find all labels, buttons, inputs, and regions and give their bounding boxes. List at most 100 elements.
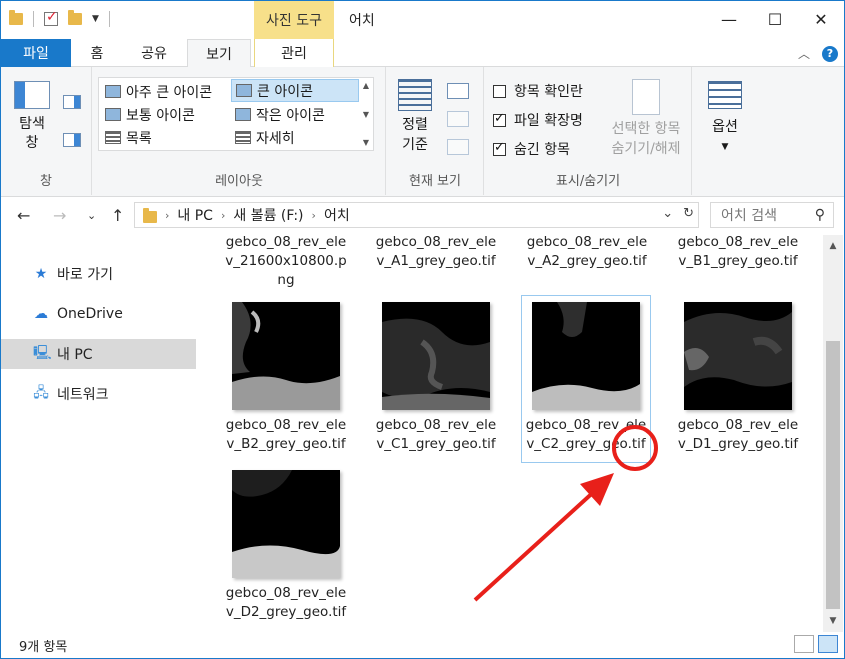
- layout-item-label: 큰 아이콘: [257, 83, 313, 100]
- file-item[interactable]: gebco_08_rev_ele v_21600x10800.p ng: [221, 235, 351, 290]
- size-columns-icon: [447, 139, 469, 155]
- maximize-button[interactable]: ☐: [752, 1, 798, 37]
- back-arrow-icon[interactable]: ←: [17, 206, 30, 225]
- properties-icon[interactable]: [44, 9, 58, 26]
- layout-item-label: 자세히: [256, 130, 295, 147]
- tab-share[interactable]: 공유: [129, 39, 179, 67]
- breadcrumb-this-pc[interactable]: 내 PC: [171, 205, 219, 225]
- hide-selected-icon: [632, 79, 660, 115]
- scroll-down-icon[interactable]: ▼: [823, 616, 843, 626]
- file-extensions-option[interactable]: 파일 확장명: [493, 110, 583, 130]
- forward-arrow-icon: →: [53, 206, 67, 225]
- hidden-items-checkbox[interactable]: [493, 140, 506, 156]
- scroll-down-icon[interactable]: ▼: [363, 110, 369, 119]
- hidden-items-option[interactable]: 숨긴 항목: [493, 139, 570, 159]
- options-button[interactable]: 옵션 ▼: [705, 81, 745, 157]
- up-arrow-icon[interactable]: ↑: [111, 206, 124, 225]
- nav-item-label: 바로 가기: [57, 267, 113, 283]
- layout-medium-icons[interactable]: 보통 아이콘: [101, 103, 229, 126]
- view-toggles: [794, 635, 838, 653]
- preview-pane-icon[interactable]: [63, 95, 81, 109]
- nav-item-onedrive[interactable]: ☁ OneDrive: [1, 299, 196, 329]
- search-input[interactable]: 어치 검색 ⚲: [710, 202, 834, 228]
- layout-large-icons[interactable]: 큰 아이콘: [231, 79, 359, 102]
- close-button[interactable]: ✕: [798, 1, 844, 37]
- sort-by-label-1: 정렬: [402, 117, 428, 133]
- scroll-up-icon[interactable]: ▲: [363, 81, 369, 90]
- layout-details[interactable]: 자세히: [231, 126, 359, 149]
- expand-gallery-icon[interactable]: ▼: [363, 138, 369, 147]
- nav-item-this-pc[interactable]: 🖳 내 PC: [1, 339, 196, 369]
- image-thumbnail: [232, 470, 340, 578]
- breadcrumb-separator[interactable]: ›: [219, 209, 227, 222]
- breadcrumb-separator[interactable]: ›: [163, 209, 171, 222]
- tab-home[interactable]: 홈: [77, 39, 117, 67]
- file-item[interactable]: gebco_08_rev_ele v_B1_grey_geo.tif: [673, 235, 803, 271]
- file-item[interactable]: gebco_08_rev_ele v_D1_grey_geo.tif: [673, 302, 803, 454]
- folder-icon[interactable]: [9, 10, 23, 25]
- collapse-ribbon-icon[interactable]: ︿: [798, 45, 810, 62]
- address-dropdown-icon[interactable]: ⌄: [662, 206, 673, 221]
- file-name-line: v_B2_grey_geo.tif: [226, 436, 346, 452]
- file-item-selected[interactable]: gebco_08_rev_ele v_C2_grey_geo.tif: [521, 295, 651, 463]
- group-layout: 아주 큰 아이콘 큰 아이콘 보통 아이콘 작은 아이콘 목록 자세히 ▲ ▼ …: [93, 67, 386, 195]
- scrollbar-thumb[interactable]: [826, 341, 840, 609]
- item-checkboxes-option[interactable]: 항목 확인란: [493, 81, 583, 101]
- details-view-icon[interactable]: [794, 635, 814, 653]
- file-item[interactable]: gebco_08_rev_ele v_A1_grey_geo.tif: [371, 235, 501, 271]
- image-thumbnail: [232, 302, 340, 410]
- file-name-line: v_D1_grey_geo.tif: [677, 436, 799, 452]
- tab-manage[interactable]: 관리: [254, 39, 334, 67]
- layout-small-icons[interactable]: 작은 아이콘: [231, 103, 359, 126]
- nav-item-quick-access[interactable]: ★ 바로 가기: [1, 259, 196, 289]
- status-bar: 9개 항목: [1, 632, 844, 658]
- breadcrumb-separator[interactable]: ›: [310, 209, 318, 222]
- layout-extra-large-icons[interactable]: 아주 큰 아이콘: [101, 80, 229, 103]
- minimize-button[interactable]: —: [706, 1, 752, 37]
- cloud-icon: ☁: [34, 306, 48, 322]
- address-bar[interactable]: › 내 PC › 새 볼륨 (F:) › 어치 ⌄ ↻: [134, 202, 699, 228]
- help-icon[interactable]: ?: [822, 45, 838, 62]
- item-checkboxes-checkbox[interactable]: [493, 84, 506, 98]
- file-name-line: gebco_08_rev_ele: [225, 585, 347, 601]
- nav-item-network[interactable]: 🖧 네트워크: [1, 379, 196, 409]
- layout-gallery-scroll[interactable]: ▲ ▼ ▼: [359, 78, 373, 150]
- group-by-icon[interactable]: [447, 83, 469, 99]
- tab-file[interactable]: 파일: [1, 39, 71, 67]
- file-name: gebco_08_rev_ele v_D2_grey_geo.tif: [221, 584, 351, 622]
- tab-view[interactable]: 보기: [187, 39, 251, 68]
- search-icon[interactable]: ⚲: [815, 207, 825, 223]
- recent-locations-icon[interactable]: ⌄: [87, 209, 96, 222]
- details-pane-icon[interactable]: [63, 133, 81, 147]
- scroll-up-icon[interactable]: ▲: [823, 241, 843, 251]
- file-name-line: gebco_08_rev_ele: [225, 417, 347, 433]
- file-name-line: gebco_08_rev_ele: [525, 417, 647, 433]
- file-item[interactable]: gebco_08_rev_ele v_C1_grey_geo.tif: [371, 302, 501, 454]
- file-item[interactable]: gebco_08_rev_ele v_A2_grey_geo.tif: [522, 235, 652, 271]
- file-name-line: v_A2_grey_geo.tif: [527, 253, 647, 269]
- medium-icons-icon: [105, 108, 121, 121]
- breadcrumb-volume[interactable]: 새 볼륨 (F:): [227, 205, 309, 225]
- file-item[interactable]: gebco_08_rev_ele v_B2_grey_geo.tif: [221, 302, 351, 454]
- large-icons-view-icon[interactable]: [818, 635, 838, 653]
- file-name-line: gebco_08_rev_ele: [526, 235, 648, 250]
- file-item[interactable]: gebco_08_rev_ele v_D2_grey_geo.tif: [221, 470, 351, 622]
- refresh-icon[interactable]: ↻: [683, 206, 694, 221]
- file-extensions-checkbox[interactable]: [493, 111, 506, 127]
- image-thumbnail: [532, 302, 640, 410]
- vertical-scrollbar[interactable]: ▲ ▼: [823, 235, 843, 632]
- navigation-pane-icon: [14, 81, 50, 109]
- file-name: gebco_08_rev_ele v_B2_grey_geo.tif: [221, 416, 351, 454]
- navigation-pane-button[interactable]: 탐색 창: [13, 81, 51, 153]
- search-placeholder: 어치 검색: [721, 208, 777, 224]
- file-name: gebco_08_rev_ele v_C2_grey_geo.tif: [522, 416, 650, 454]
- breadcrumb-folder[interactable]: 어치: [318, 205, 356, 225]
- new-folder-icon[interactable]: [68, 10, 82, 25]
- qat-separator: [108, 11, 110, 27]
- file-name-line: gebco_08_rev_ele: [677, 417, 799, 433]
- qat-customize-icon[interactable]: ▼: [92, 14, 99, 24]
- layout-list[interactable]: 목록: [101, 126, 229, 149]
- sort-by-label-2: 기준: [402, 137, 428, 153]
- sort-by-button[interactable]: 정렬 기준: [395, 79, 435, 155]
- image-thumbnail: [684, 302, 792, 410]
